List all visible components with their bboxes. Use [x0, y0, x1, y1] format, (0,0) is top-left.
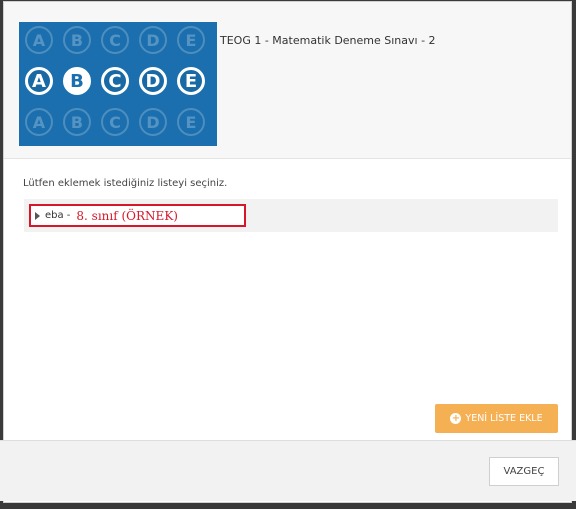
bubble-b-icon: B — [63, 26, 91, 54]
list-item-prefix: eba - — [45, 210, 71, 221]
bubble-c-icon: C — [101, 67, 129, 95]
caret-right-icon[interactable] — [35, 211, 40, 220]
bubble-a-icon: A — [25, 108, 53, 136]
modal-header: A B C D E A B C D E A B C D E TEOG 1 - M… — [4, 2, 571, 159]
bubble-d-icon: D — [139, 108, 167, 136]
bubble-a-icon: A — [25, 67, 53, 95]
answer-bubbles-faded-bottom: A B C D E — [25, 108, 215, 136]
bubble-b-selected-icon: B — [63, 67, 91, 95]
answer-bubbles-main: A B C D E — [25, 67, 215, 95]
bubble-c-icon: C — [101, 108, 129, 136]
add-new-list-button[interactable]: + YENİ LİSTE EKLE — [435, 404, 558, 433]
plus-circle-icon: + — [450, 413, 462, 424]
bubble-d-icon: D — [139, 67, 167, 95]
select-list-prompt: Lütfen eklemek istediğiniz listeyi seçin… — [23, 178, 228, 189]
exam-thumbnail: A B C D E A B C D E A B C D E — [19, 22, 217, 146]
bubble-c-icon: C — [101, 26, 129, 54]
cancel-button[interactable]: VAZGEÇ — [489, 457, 559, 486]
answer-bubbles-faded-top: A B C D E — [25, 26, 215, 54]
exam-title: TEOG 1 - Matematik Deneme Sınavı - 2 — [220, 34, 436, 47]
bubble-e-icon: E — [177, 108, 205, 136]
bubble-d-icon: D — [139, 26, 167, 54]
bubble-e-icon: E — [177, 26, 205, 54]
add-new-list-label: YENİ LİSTE EKLE — [465, 413, 543, 424]
bubble-b-icon: B — [63, 108, 91, 136]
bubble-e-icon: E — [177, 67, 205, 95]
bubble-a-icon: A — [25, 26, 53, 54]
list-item-name: 8. sınıf (ÖRNEK) — [76, 208, 178, 223]
list-item[interactable]: eba - 8. sınıf (ÖRNEK) — [29, 204, 246, 227]
